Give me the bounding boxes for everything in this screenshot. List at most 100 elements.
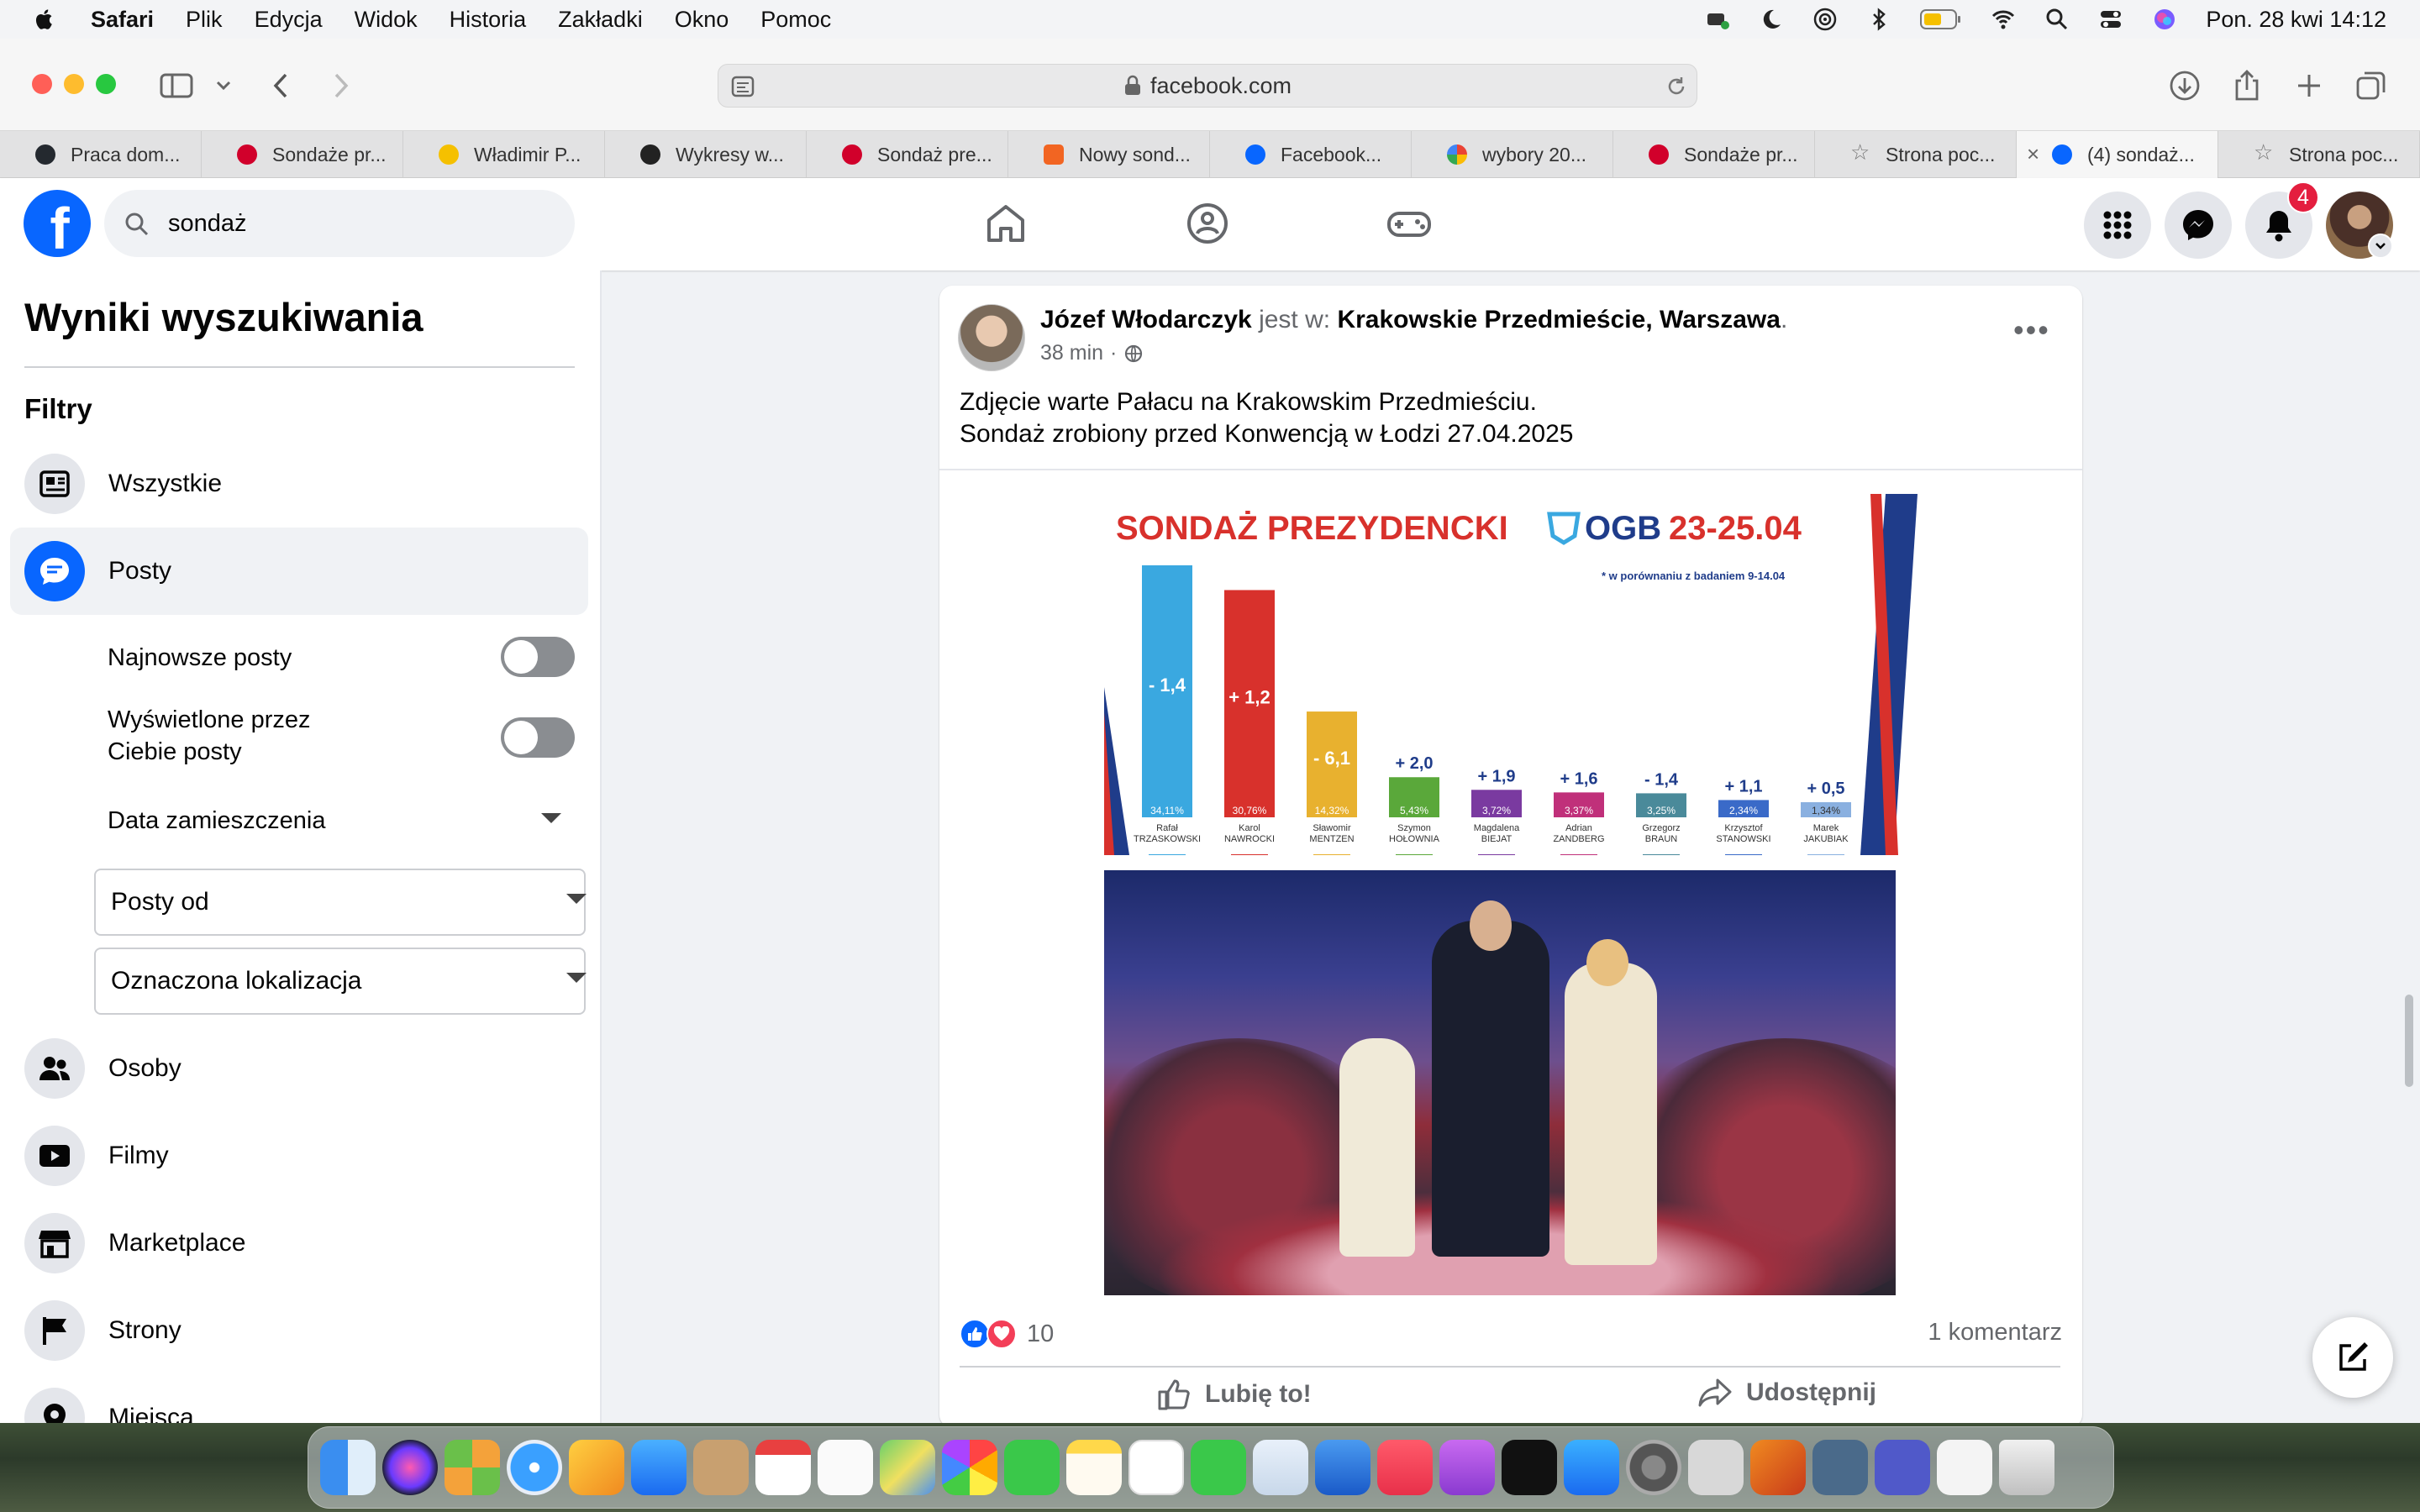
keynote-icon[interactable] — [1315, 1440, 1370, 1495]
browser-tab[interactable]: Praca dom... — [0, 131, 202, 178]
matlab-icon[interactable] — [1750, 1440, 1806, 1495]
window-minimize-button[interactable] — [64, 74, 84, 94]
comments-count[interactable]: 1 komentarz — [1928, 1319, 2062, 1347]
new-message-button[interactable] — [2312, 1317, 2393, 1398]
new-tab-button[interactable] — [2291, 67, 2328, 104]
system-settings-icon[interactable] — [1626, 1440, 1681, 1495]
tab-group-chevron-button[interactable] — [207, 67, 240, 104]
spotlight-search-icon[interactable] — [2044, 7, 2070, 32]
launchpad-icon[interactable] — [445, 1440, 500, 1495]
maps-icon[interactable] — [880, 1440, 935, 1495]
share-post-button[interactable]: Udostępnij — [1697, 1378, 1876, 1408]
reminders-icon[interactable] — [818, 1440, 873, 1495]
tab-overview-button[interactable] — [2353, 67, 2390, 104]
wifi-icon[interactable] — [1991, 7, 2016, 32]
filter-item-marketplace[interactable]: Marketplace — [10, 1200, 588, 1287]
apple-tv-icon[interactable] — [1502, 1440, 1557, 1495]
browser-tab[interactable]: Facebook... — [1210, 131, 1412, 178]
filter-item-pages[interactable]: Strony — [10, 1287, 588, 1374]
photos-icon[interactable] — [942, 1440, 997, 1495]
freeform-icon[interactable] — [1128, 1440, 1184, 1495]
battery-icon[interactable] — [1920, 8, 1962, 30]
share-button[interactable] — [2228, 67, 2265, 104]
browser-tab[interactable]: ☆ Strona poc... — [1815, 131, 2017, 178]
like-button[interactable]: Lubię to! — [1156, 1378, 1312, 1411]
groups-icon[interactable] — [1181, 197, 1234, 250]
menu-item-help[interactable]: Pomoc — [760, 7, 831, 33]
pages-icon[interactable] — [569, 1440, 624, 1495]
filter-item-posts[interactable]: Posty — [10, 528, 588, 615]
sidebar-toggle-button[interactable] — [158, 67, 195, 104]
window-close-button[interactable] — [32, 74, 52, 94]
more-options-icon[interactable]: ••• — [2013, 312, 2050, 348]
messenger-button[interactable] — [2165, 192, 2232, 259]
control-center-icon[interactable] — [2098, 7, 2123, 32]
account-chevron-icon[interactable] — [2368, 234, 2393, 259]
moon-icon[interactable] — [1759, 7, 1784, 32]
downloads-button[interactable] — [2166, 67, 2203, 104]
bluetooth-icon[interactable] — [1866, 7, 1891, 32]
close-tab-icon[interactable]: × — [2027, 141, 2039, 167]
reload-icon[interactable] — [1665, 75, 1688, 98]
browser-tab[interactable]: Sondaż pre... — [807, 131, 1008, 178]
keyboard-icon[interactable] — [1705, 7, 1730, 32]
preview-icon[interactable] — [1812, 1440, 1868, 1495]
filter-item-all[interactable]: Wszystkie — [10, 440, 588, 528]
browser-tab-active[interactable]: × (4) sondaż... — [2017, 131, 2218, 178]
date-posted-dropdown[interactable]: Data zamieszczenia — [108, 805, 326, 837]
notes-icon[interactable] — [1066, 1440, 1122, 1495]
back-button[interactable] — [262, 67, 299, 104]
tagged-location-select[interactable]: Oznaczona lokalizacja — [94, 948, 587, 1015]
forward-button[interactable] — [323, 67, 360, 104]
author-avatar[interactable] — [958, 304, 1025, 371]
home-icon[interactable] — [979, 197, 1033, 250]
finder-icon[interactable] — [320, 1440, 376, 1495]
teams-icon[interactable] — [1875, 1440, 1930, 1495]
page-menu-icon[interactable] — [730, 75, 755, 98]
caret-down-icon[interactable] — [541, 813, 561, 823]
window-zoom-button[interactable] — [96, 74, 116, 94]
menu-item-file[interactable]: Plik — [186, 7, 223, 33]
browser-tab[interactable]: Sondaże pr... — [202, 131, 403, 178]
siri-icon[interactable] — [2152, 7, 2177, 32]
browser-tab[interactable]: Sondaże pr... — [1613, 131, 1815, 178]
scrollbar-thumb[interactable] — [2405, 995, 2413, 1087]
post-time[interactable]: 38 min — [1040, 341, 1103, 365]
facebook-logo-icon[interactable]: f — [24, 190, 91, 257]
roblox-icon[interactable] — [1688, 1440, 1744, 1495]
documents-icon[interactable] — [1937, 1440, 1992, 1495]
recent-posts-toggle[interactable] — [501, 637, 575, 677]
filter-item-people[interactable]: Osoby — [10, 1025, 588, 1112]
safari-icon[interactable] — [507, 1440, 562, 1495]
reactions-summary[interactable]: 10 — [960, 1319, 1054, 1349]
menu-item-edit[interactable]: Edycja — [255, 7, 323, 33]
mail-icon[interactable] — [631, 1440, 687, 1495]
contacts-icon[interactable] — [693, 1440, 749, 1495]
url-text[interactable]: facebook.com — [1150, 73, 1292, 99]
browser-tab[interactable]: ☆ Strona poc... — [2218, 131, 2420, 178]
siri-app-icon[interactable] — [382, 1440, 438, 1495]
browser-tab[interactable]: Władimir P... — [403, 131, 605, 178]
messages-icon[interactable] — [1004, 1440, 1060, 1495]
search-value[interactable]: sondaż — [168, 210, 247, 238]
seen-posts-toggle[interactable] — [501, 717, 575, 758]
filter-item-videos[interactable]: Filmy — [10, 1112, 588, 1200]
author-name[interactable]: Józef Włodarczyk — [1040, 306, 1252, 333]
menu-app-name[interactable]: Safari — [91, 7, 154, 33]
app-store-icon[interactable] — [1564, 1440, 1619, 1495]
trash-icon[interactable] — [1999, 1440, 2054, 1495]
menu-item-history[interactable]: Historia — [450, 7, 527, 33]
numbers-icon[interactable] — [1253, 1440, 1308, 1495]
apple-icon[interactable] — [34, 7, 57, 32]
filter-item-places[interactable]: Miejsca — [10, 1374, 588, 1423]
calendar-icon[interactable] — [755, 1440, 811, 1495]
podcasts-icon[interactable] — [1439, 1440, 1495, 1495]
post-image[interactable]: SONDAŻ PREZYDENCKI OGB 23-25.04 * w poró… — [1104, 494, 1918, 1295]
search-input[interactable]: sondaż — [104, 190, 575, 257]
posts-from-select[interactable]: Posty od — [94, 869, 587, 936]
facetime-icon[interactable] — [1191, 1440, 1246, 1495]
menu-item-view[interactable]: Widok — [355, 7, 418, 33]
airplay-icon[interactable] — [1812, 7, 1838, 32]
menu-item-window[interactable]: Okno — [675, 7, 729, 33]
music-icon[interactable] — [1377, 1440, 1433, 1495]
